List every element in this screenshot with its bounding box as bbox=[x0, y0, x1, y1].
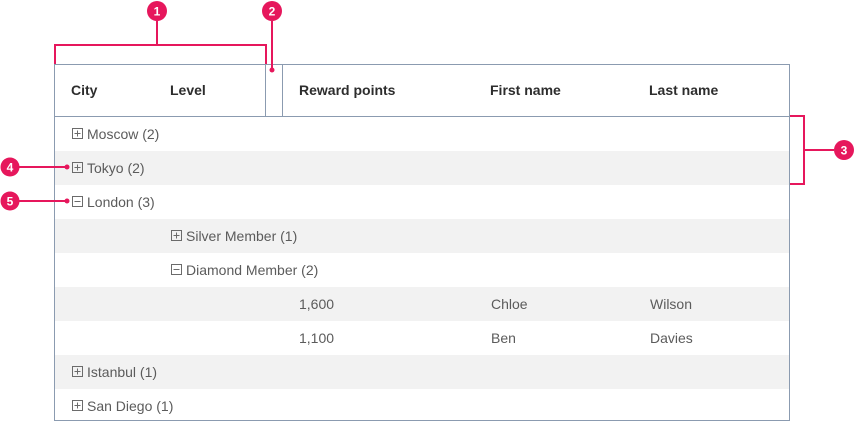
subgroup-row-silver-member[interactable]: Silver Member (1) bbox=[55, 219, 789, 253]
callout-1-bracket bbox=[54, 44, 267, 64]
cell-first-name: Ben bbox=[491, 330, 516, 346]
cell-last-name: Wilson bbox=[650, 296, 693, 312]
grid-header: City Level Reward points First name Last… bbox=[55, 65, 789, 117]
callout-3: 3 bbox=[834, 140, 854, 160]
cell-reward-points: 1,600 bbox=[299, 296, 335, 312]
group-label: London (3) bbox=[87, 194, 155, 210]
callout-2-badge bbox=[262, 1, 282, 21]
callout-1-number: 1 bbox=[154, 5, 161, 19]
header-level[interactable]: Level bbox=[170, 65, 206, 116]
callout-3-number: 3 bbox=[841, 144, 848, 158]
subgroup-label: Diamond Member (2) bbox=[186, 262, 319, 278]
cell-reward-points: 1,100 bbox=[299, 330, 335, 346]
callout-4-badge bbox=[0, 157, 20, 177]
group-label: Tokyo (2) bbox=[87, 160, 145, 176]
table-row[interactable]: 1,600 Chloe Wilson bbox=[55, 287, 789, 321]
group-row-istanbul[interactable]: Istanbul (1) bbox=[55, 355, 789, 389]
group-label: San Diego (1) bbox=[87, 398, 174, 414]
callout-5: 5 bbox=[0, 191, 20, 211]
callout-5-badge bbox=[0, 191, 20, 211]
minus-square-icon[interactable] bbox=[72, 196, 83, 207]
group-panel-separator-right bbox=[282, 65, 283, 116]
plus-square-icon[interactable] bbox=[171, 230, 182, 241]
subgroup-label: Silver Member (1) bbox=[186, 228, 298, 244]
callout-2: 2 bbox=[262, 1, 282, 21]
plus-square-icon[interactable] bbox=[72, 162, 83, 173]
group-row-tokyo[interactable]: Tokyo (2) bbox=[55, 151, 789, 185]
header-last-name[interactable]: Last name bbox=[649, 65, 718, 116]
callout-1-badge bbox=[147, 1, 167, 21]
header-first-name[interactable]: First name bbox=[490, 65, 561, 116]
table-row[interactable]: 1,100 Ben Davies bbox=[55, 321, 789, 355]
cell-first-name: Chloe bbox=[491, 296, 528, 312]
callout-4-number: 4 bbox=[7, 161, 14, 175]
group-row-moscow[interactable]: Moscow (2) bbox=[55, 117, 789, 151]
group-label: Istanbul (1) bbox=[87, 364, 158, 380]
callout-1: 1 bbox=[147, 1, 167, 21]
minus-square-icon[interactable] bbox=[171, 264, 182, 275]
callout-5-number: 5 bbox=[7, 195, 14, 209]
header-reward-points[interactable]: Reward points bbox=[299, 65, 395, 116]
group-row-san-diego[interactable]: San Diego (1) bbox=[55, 389, 789, 420]
callout-2-number: 2 bbox=[269, 5, 276, 19]
data-grid: City Level Reward points First name Last… bbox=[54, 64, 790, 421]
group-row-london[interactable]: London (3) bbox=[55, 185, 789, 219]
callout-3-badge bbox=[834, 140, 854, 160]
cell-last-name: Davies bbox=[650, 330, 693, 346]
callout-4: 4 bbox=[0, 157, 20, 177]
callout-3-bracket bbox=[790, 115, 805, 185]
group-label: Moscow (2) bbox=[87, 126, 160, 142]
plus-square-icon[interactable] bbox=[72, 400, 83, 411]
subgroup-row-diamond-member[interactable]: Diamond Member (2) bbox=[55, 253, 789, 287]
header-city[interactable]: City bbox=[71, 65, 97, 116]
plus-square-icon[interactable] bbox=[72, 366, 83, 377]
group-panel-separator-left bbox=[265, 65, 266, 116]
plus-square-icon[interactable] bbox=[72, 128, 83, 139]
